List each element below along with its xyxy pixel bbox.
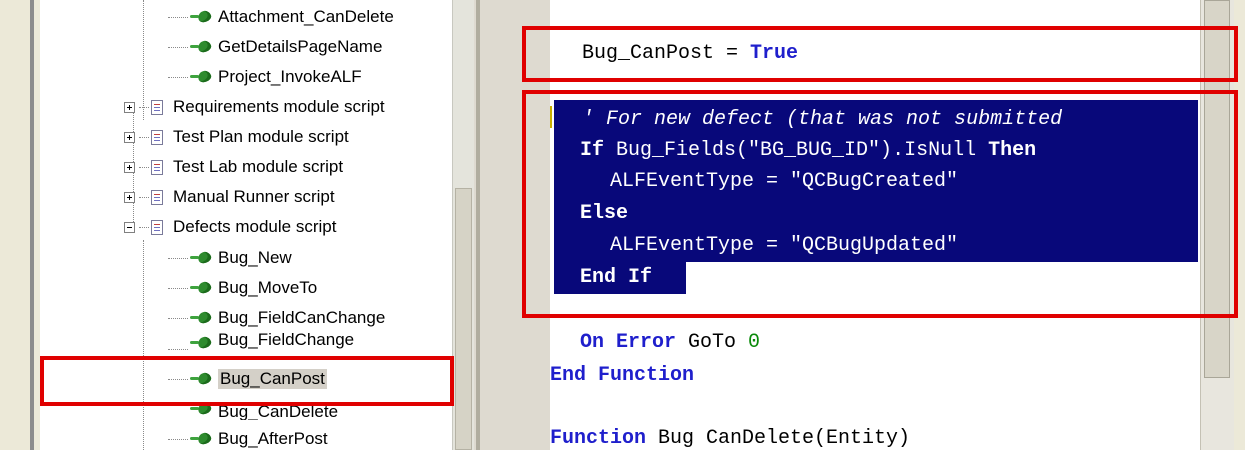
tree-item-label: Test Lab module script — [173, 157, 344, 176]
tree-scrollbar-thumb[interactable] — [455, 188, 472, 450]
document-icon — [151, 189, 163, 205]
tree-item-label: Bug_AfterPost — [218, 429, 328, 448]
leaf-icon — [190, 40, 212, 54]
window-left-border — [0, 0, 40, 450]
tree-item-label: Defects module script — [173, 217, 337, 236]
plus-box-icon[interactable] — [124, 101, 135, 113]
document-icon — [151, 219, 163, 235]
annotation-box-tree-canpost — [40, 356, 454, 406]
tree-connector — [168, 317, 188, 319]
tree-item-defects-module[interactable]: Defects module script — [124, 214, 336, 240]
tree-connector — [168, 287, 188, 289]
tree-item-bug-fieldcanchange[interactable]: Bug_FieldCanChange — [168, 305, 385, 331]
annotation-box-code-canpost — [522, 26, 1238, 82]
document-icon — [151, 129, 163, 145]
plus-box-icon[interactable] — [124, 161, 135, 173]
tree-item-label: Bug_FieldCanChange — [218, 308, 386, 327]
leaf-icon — [190, 311, 212, 325]
leaf-icon — [190, 70, 212, 84]
tree-item-manual-runner[interactable]: Manual Runner script — [124, 184, 335, 210]
tree-item-label: Bug_MoveTo — [218, 278, 318, 297]
tree-item-label: Attachment_CanDelete — [218, 7, 394, 26]
tree-item-label: GetDetailsPageName — [218, 37, 383, 56]
tree-connector — [168, 438, 188, 440]
tree-item-bug-fieldchange[interactable]: Bug_FieldChange — [168, 332, 354, 350]
tree-connector — [168, 257, 188, 259]
tree-item-label: Bug_FieldChange — [218, 332, 355, 349]
tree-item-bug-afterpost[interactable]: Bug_AfterPost — [168, 426, 328, 452]
tree-scrollbar[interactable] — [452, 0, 475, 450]
tree-item-bug-moveto[interactable]: Bug_MoveTo — [168, 275, 317, 301]
tree-item-bug-new[interactable]: Bug_New — [168, 245, 292, 271]
minus-box-icon[interactable] — [124, 221, 135, 233]
tree-item-getdetailspagename[interactable]: GetDetailsPageName — [168, 34, 382, 60]
tree-item-project-invokealf[interactable]: Project_InvokeALF — [168, 64, 362, 90]
tree-item-testlab-module[interactable]: Test Lab module script — [124, 154, 343, 180]
tree-item-label: Project_InvokeALF — [218, 67, 362, 86]
code-line-function-bugcandelete: Function Bug CanDelete(Entity) — [550, 427, 911, 450]
tree-connector — [168, 349, 188, 350]
tree-item-requirements-module[interactable]: Requirements module script — [124, 94, 385, 120]
tree-item-label: Requirements module script — [173, 97, 385, 116]
code-line-onerror: On Error GoTo 0 — [580, 331, 761, 354]
leaf-icon — [190, 10, 212, 24]
document-icon — [151, 159, 163, 175]
tree-connector — [168, 46, 188, 48]
annotation-box-code-block — [522, 90, 1238, 318]
code-line-endfunction: End Function — [550, 364, 695, 387]
tree-item-label: Test Plan module script — [173, 127, 349, 146]
leaf-icon — [190, 336, 212, 350]
tree-item-attachment-candelete[interactable]: Attachment_CanDelete — [168, 4, 394, 30]
leaf-icon — [190, 432, 212, 446]
plus-box-icon[interactable] — [124, 131, 135, 143]
tree-item-label: Bug_New — [218, 248, 292, 267]
document-icon — [151, 99, 163, 115]
plus-box-icon[interactable] — [124, 191, 135, 203]
tree-connector — [168, 16, 188, 18]
leaf-icon — [190, 251, 212, 265]
tree-item-label: Manual Runner script — [173, 187, 335, 206]
tree-connector — [168, 76, 188, 78]
leaf-icon — [190, 281, 212, 295]
tree-item-testplan-module[interactable]: Test Plan module script — [124, 124, 349, 150]
